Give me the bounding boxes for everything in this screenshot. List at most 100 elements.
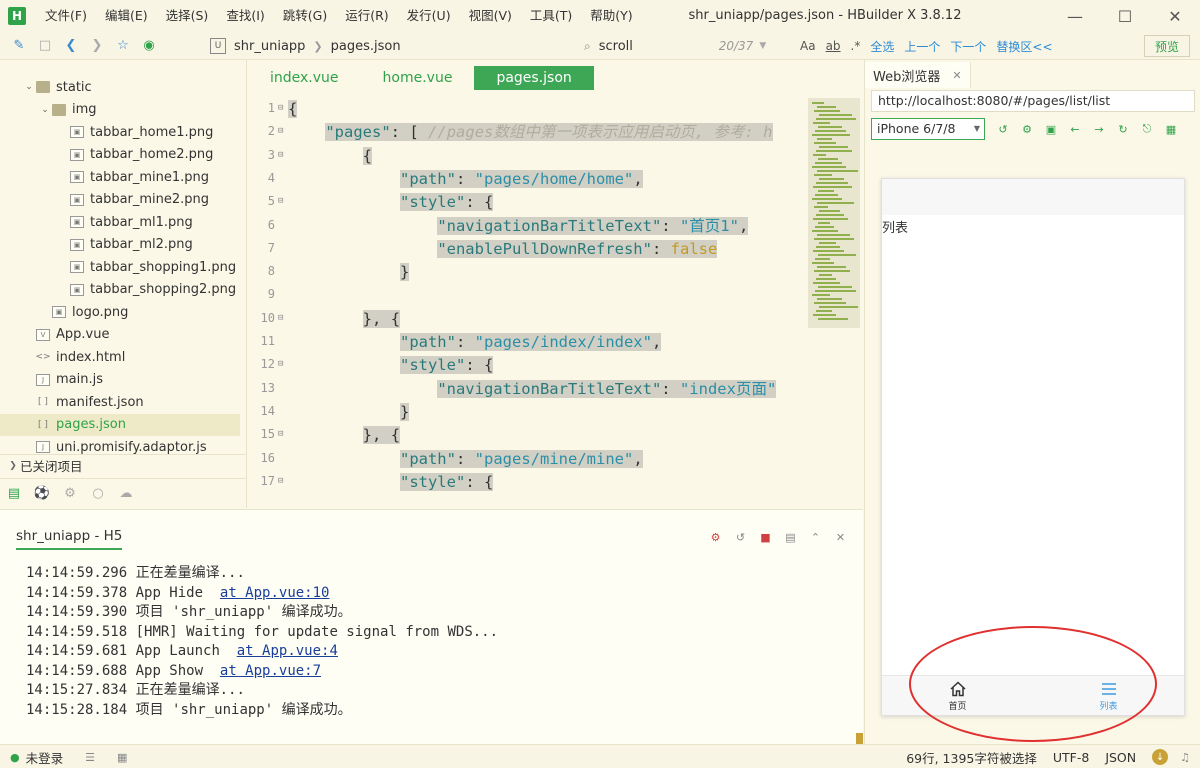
screenshot-icon[interactable]: ▣ [1039, 120, 1063, 138]
tree-item[interactable]: ▣ tabbar_shopping1.png [0, 256, 240, 278]
git-tab-icon[interactable]: ○ [84, 482, 112, 506]
code-line[interactable]: } [288, 401, 410, 424]
log-source-link[interactable]: at App.vue:10 [220, 585, 330, 601]
replace-toggle-button[interactable]: 替换区<< [996, 38, 1052, 55]
menu-goto[interactable]: 跳转(G) [274, 0, 336, 32]
search-input[interactable]: scroll [599, 39, 719, 54]
star-icon[interactable]: ☆ [110, 35, 136, 57]
tree-item[interactable]: ▣ tabbar_home1.png [0, 121, 240, 143]
menu-publish[interactable]: 发行(U) [398, 0, 460, 32]
code-line[interactable]: "style": { [288, 191, 494, 214]
code-area[interactable]: { "pages": [ //pages数组中第一项表示应用启动页, 参考: h… [288, 98, 806, 508]
code-line[interactable]: "navigationBarTitleText": "首页1", [288, 215, 749, 238]
chevron-down-icon[interactable]: ▼ [759, 41, 766, 51]
lock-icon[interactable]: ⎋ [1135, 120, 1159, 138]
new-file-icon[interactable]: ✎ [6, 35, 32, 57]
fold-icon[interactable]: ⊟ [278, 313, 283, 323]
debug-tab-icon[interactable]: ⚙ [56, 482, 84, 506]
code-line[interactable]: { [288, 98, 298, 121]
preview-button[interactable]: 预览 [1144, 35, 1190, 57]
rotate-icon[interactable]: ↺ [991, 120, 1015, 138]
menu-tools[interactable]: 工具(T) [521, 0, 581, 32]
stop-icon[interactable]: ■ [753, 528, 778, 546]
find-next-button[interactable]: 下一个 [950, 38, 986, 55]
code-line[interactable]: "navigationBarTitleText": "index页面" [288, 378, 777, 401]
fold-icon[interactable]: ⊟ [278, 476, 283, 486]
menu-edit[interactable]: 编辑(E) [96, 0, 157, 32]
encoding[interactable]: UTF-8 [1053, 750, 1089, 765]
chevron-up-icon[interactable]: ⌃ [803, 528, 828, 546]
code-line[interactable]: "pages": [ //pages数组中第一项表示应用启动页, 参考: h [288, 121, 773, 144]
code-line[interactable]: "style": { [288, 471, 494, 494]
log-source-link[interactable]: at App.vue:7 [220, 663, 321, 679]
syntax-mode[interactable]: JSON [1105, 750, 1136, 765]
menu-select[interactable]: 选择(S) [157, 0, 218, 32]
back-icon[interactable]: ← [1063, 120, 1087, 138]
tree-item[interactable]: V App.vue [0, 324, 240, 346]
cloud-tab-icon[interactable]: ☁ [112, 482, 140, 506]
tree-item[interactable]: ▣ logo.png [0, 301, 240, 323]
tree-item[interactable]: ▣ tabbar_mine1.png [0, 166, 240, 188]
maximize-icon[interactable]: ☐ [1100, 0, 1150, 32]
minimize-icon[interactable]: — [1050, 0, 1100, 32]
url-input[interactable]: http://localhost:8080/#/pages/list/list [871, 90, 1195, 112]
tree-item[interactable]: Jmain.js [0, 369, 240, 391]
code-line[interactable]: } [288, 261, 410, 284]
code-line[interactable]: "path": "pages/index/index", [288, 331, 662, 354]
log-source-link[interactable]: at App.vue:4 [237, 643, 338, 659]
close-icon[interactable]: ✕ [1150, 0, 1200, 32]
closed-projects[interactable]: ❯ 已关闭项目 [0, 454, 247, 476]
tree-item[interactable]: ▣ tabbar_shopping2.png [0, 279, 240, 301]
save-icon[interactable]: □ [32, 35, 58, 57]
menu-find[interactable]: 查找(I) [217, 0, 273, 32]
code-line[interactable]: "enablePullDownRefresh": false [288, 238, 718, 261]
restart-icon[interactable]: ↺ [728, 528, 753, 546]
tree-item[interactable]: <> index.html [0, 346, 240, 368]
tree-item[interactable]: ▣ tabbar_ml2.png [0, 234, 240, 256]
find-box[interactable]: ⌕ scroll 20/37 ▼ [584, 36, 794, 56]
minimap[interactable] [808, 98, 860, 328]
menu-file[interactable]: 文件(F) [36, 0, 96, 32]
code-line[interactable]: "style": { [288, 354, 494, 377]
menu-help[interactable]: 帮助(Y) [581, 0, 641, 32]
tree-item[interactable]: ▣ tabbar_mine2.png [0, 189, 240, 211]
regex-button[interactable]: .* [851, 39, 861, 53]
bell-icon[interactable]: ♫ [1180, 751, 1190, 764]
tab-home-vue[interactable]: home.vue [361, 66, 475, 90]
code-line[interactable]: { [288, 145, 372, 168]
plugin-tab-icon[interactable]: ⚽ [28, 482, 56, 506]
breadcrumb-project[interactable]: shr_uniapp [234, 39, 305, 54]
explorer-tab-icon[interactable]: ▤ [0, 482, 28, 506]
run-icon[interactable]: ◉ [136, 35, 162, 57]
tree-item[interactable]: ▣ tabbar_ml1.png [0, 211, 240, 233]
code-line[interactable]: }, { [288, 308, 401, 331]
download-icon[interactable]: ↓ [1152, 749, 1169, 765]
console-tab[interactable]: shr_uniapp - H5 [16, 528, 123, 550]
fold-icon[interactable]: ⊟ [278, 359, 283, 369]
tab-web-browser[interactable]: Web浏览器 ✕ [865, 62, 971, 88]
breadcrumb-file[interactable]: pages.json [331, 39, 401, 54]
code-line[interactable]: }, { [288, 424, 401, 447]
tree-item[interactable]: ▣ tabbar_home2.png [0, 144, 240, 166]
login-status[interactable]: 未登录 [26, 748, 64, 767]
grid-icon[interactable]: ▦ [1159, 120, 1183, 138]
settings-icon[interactable]: ⚙ [1015, 120, 1039, 138]
forward-icon[interactable]: → [1087, 120, 1111, 138]
forward-icon[interactable]: ❯ [84, 35, 110, 57]
refresh-icon[interactable]: ↻ [1111, 120, 1135, 138]
tree-item[interactable]: ⌄ img [0, 99, 240, 121]
debug-icon[interactable]: ⚙ [703, 528, 728, 546]
grid-view-icon[interactable]: ▦ [117, 751, 127, 764]
select-all-button[interactable]: 全选 [870, 38, 894, 55]
fold-icon[interactable]: ⊟ [278, 103, 283, 113]
open-folder-icon[interactable]: ▤ [778, 528, 803, 546]
code-line[interactable]: "path": "pages/mine/mine", [288, 448, 643, 471]
close-icon[interactable]: ✕ [952, 69, 961, 82]
match-case-button[interactable]: Aa [800, 39, 816, 53]
menu-view[interactable]: 视图(V) [460, 0, 521, 32]
tree-item[interactable]: [ ] manifest.json [0, 391, 240, 413]
device-select[interactable]: iPhone 6/7/8 ▼ [871, 118, 985, 140]
fold-icon[interactable]: ⊟ [278, 150, 283, 160]
list-view-icon[interactable]: ☰ [85, 751, 95, 764]
menu-run[interactable]: 运行(R) [336, 0, 397, 32]
